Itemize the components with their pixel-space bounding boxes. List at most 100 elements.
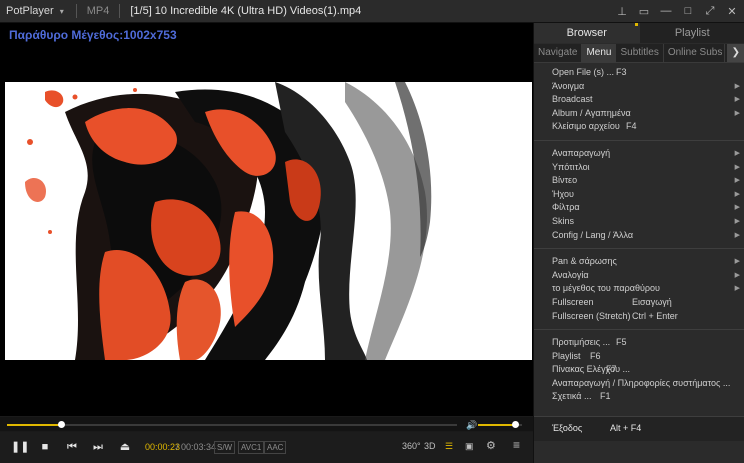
- menu-item[interactable]: Playlist F6: [534, 350, 744, 364]
- menu-item-label: Config / Lang / Άλλα: [552, 229, 634, 240]
- video-codec-badge[interactable]: AVC1: [238, 441, 265, 454]
- title-bar: PotPlayer ▾ MP4 [1/5] 10 Incredible 4K (…: [0, 0, 744, 23]
- menu-item-label: Βίντεο: [552, 175, 578, 186]
- app-name: PotPlayer: [6, 5, 54, 17]
- menu-item[interactable]: Pan & σάρωσης ▶: [534, 255, 744, 269]
- audio-codec-badge[interactable]: AAC: [264, 441, 287, 454]
- subtab-menu[interactable]: Menu: [582, 44, 617, 62]
- maximize-icon[interactable]: □: [682, 5, 694, 17]
- window-title: [1/5] 10 Incredible 4K (Ultra HD) Videos…: [130, 5, 362, 17]
- menu-item-exit[interactable]: Έξοδος Alt + F4: [534, 416, 744, 441]
- menu-item-label: Υπότιτλοι: [552, 161, 590, 172]
- menu-item[interactable]: Broadcast ▶: [534, 93, 744, 107]
- vr-360-icon[interactable]: 360°: [402, 441, 421, 451]
- next-icon[interactable]: ⏭: [91, 440, 105, 454]
- menu-item[interactable]: Skins ▶: [534, 215, 744, 229]
- menu-item-shortcut: F3: [616, 67, 627, 77]
- submenu-arrow-icon: ▶: [734, 190, 740, 198]
- pin-icon[interactable]: ⊥: [616, 5, 628, 18]
- volume-handle[interactable]: [512, 421, 520, 428]
- submenu-arrow-icon: ▶: [734, 82, 740, 90]
- menu-divider: [534, 248, 744, 250]
- eject-icon[interactable]: ⏏: [118, 440, 132, 454]
- menu-item-shortcut: F5: [616, 337, 627, 348]
- volume-slider[interactable]: [478, 421, 522, 428]
- menu-item-shortcut: F7: [606, 364, 617, 375]
- seek-bar[interactable]: [7, 421, 457, 428]
- menu-item[interactable]: Ήχου ▶: [534, 188, 744, 202]
- stop-icon[interactable]: ■: [38, 440, 52, 454]
- menu-divider: [534, 139, 744, 141]
- menu-item[interactable]: το μέγεθος του παραθύρου ▶: [534, 282, 744, 296]
- menu-item[interactable]: Αναλογία ▶: [534, 269, 744, 283]
- submenu-arrow-icon: ▶: [734, 109, 740, 117]
- seek-handle[interactable]: [58, 421, 65, 428]
- volume-level: [478, 424, 516, 426]
- menu-item-label: Πίνακας Ελέγχου ...: [552, 364, 631, 375]
- chevron-right-icon[interactable]: ❯: [726, 44, 744, 62]
- subtab-navigate[interactable]: Navigate: [534, 44, 583, 62]
- submenu-arrow-icon: ▶: [734, 271, 740, 279]
- volume-icon[interactable]: 🔊: [466, 420, 477, 431]
- menu-item[interactable]: Fullscreen Εισαγωγή: [534, 296, 744, 310]
- format-label: MP4: [86, 5, 110, 17]
- video-area[interactable]: Παράθυρο Μέγεθος:1002x753: [0, 23, 533, 416]
- submenu-arrow-icon: ▶: [734, 149, 740, 157]
- submenu-arrow-icon: ▶: [734, 163, 740, 171]
- subtab-subtitles[interactable]: Subtitles: [616, 44, 664, 62]
- tab-playlist[interactable]: Playlist: [639, 23, 744, 43]
- menu-item[interactable]: Άνοιγμα ▶: [534, 80, 744, 94]
- menu-item-label: Open File (s) ...: [552, 67, 615, 77]
- fullscreen-icon[interactable]: ⤢: [704, 5, 716, 18]
- menu-item[interactable]: Βίντεο ▶: [534, 174, 744, 188]
- app-menu-button[interactable]: PotPlayer ▾: [0, 5, 72, 17]
- subtab-online-subs[interactable]: Online Subs Dat: [664, 44, 725, 62]
- close-icon[interactable]: ✕: [726, 5, 738, 18]
- submenu-arrow-icon: ▶: [734, 96, 740, 104]
- menu-item-shortcut: F1: [600, 391, 611, 402]
- pause-icon[interactable]: ❚❚: [11, 440, 29, 454]
- control-bar: ❚❚ ■ ⏮ ⏭ ⏏ 00:00:23 / 00:03:34 S/W AVC1 …: [0, 432, 533, 463]
- previous-icon[interactable]: ⏮: [65, 440, 79, 454]
- menu-item-shortcut: Εισαγωγή: [632, 296, 672, 307]
- menu-item-label: Αναλογία: [552, 269, 589, 280]
- current-time: 00:00:23: [145, 442, 181, 452]
- minimize-icon[interactable]: —: [660, 5, 672, 17]
- menu-item[interactable]: Προτιμήσεις ... F5: [534, 336, 744, 350]
- menu-item[interactable]: Αναπαραγωγή / Πληροφορίες συστήματος ...: [534, 377, 744, 391]
- tab-browser[interactable]: Browser: [534, 23, 640, 43]
- menu-item[interactable]: Κλείσιμο αρχείου F4: [534, 120, 744, 134]
- menu-item[interactable]: Album / Αγαπημένα ▶: [534, 107, 744, 121]
- decoder-badge[interactable]: S/W: [214, 441, 236, 454]
- side-panel: Browser Playlist Navigate Menu Subtitles…: [533, 23, 744, 463]
- menu-item[interactable]: Υπότιτλοι ▶: [534, 161, 744, 175]
- menu-item-label: Pan & σάρωσης: [552, 256, 617, 267]
- window-buttons: ⊥ ▭ — □ ⤢ ✕: [616, 0, 738, 22]
- ink-splash-image: [5, 82, 532, 360]
- menu-item[interactable]: Σχετικά ... F1: [534, 390, 744, 404]
- osd-message: Παράθυρο Μέγεθος:1002x753: [9, 28, 177, 42]
- panel-subtabs: Navigate Menu Subtitles Online Subs Dat …: [534, 44, 744, 63]
- capture-icon[interactable]: ▣: [465, 441, 474, 452]
- menu-divider: [534, 329, 744, 331]
- menu-item[interactable]: Fullscreen (Stretch) Ctrl + Enter: [534, 310, 744, 324]
- video-frame: [5, 82, 532, 360]
- menu-item-shortcut: Alt + F4: [610, 423, 642, 433]
- menu-icon[interactable]: ≡: [513, 438, 520, 452]
- menu-item[interactable]: Φίλτρα ▶: [534, 201, 744, 215]
- playlist-search-icon[interactable]: ☰: [445, 441, 453, 452]
- menu-item-label: Φίλτρα: [552, 202, 580, 213]
- settings-gear-icon[interactable]: ⚙: [486, 439, 496, 452]
- menu-item-label: Προτιμήσεις ...: [552, 337, 611, 348]
- title-separator: [119, 4, 121, 18]
- menu-item[interactable]: Open File (s) ... F3: [534, 66, 744, 80]
- minimize-mini-icon[interactable]: ▭: [638, 5, 650, 18]
- submenu-arrow-icon: ▶: [734, 285, 740, 293]
- stereo-3d-icon[interactable]: 3D: [424, 441, 436, 451]
- menu-item[interactable]: Πίνακας Ελέγχου ... F7: [534, 363, 744, 377]
- menu-item[interactable]: Αναπαραγωγή ▶: [534, 147, 744, 161]
- menu-list: Open File (s) ... F3 Άνοιγμα ▶ Broadcast ▶ Alb…: [534, 66, 744, 404]
- menu-item-label: Κλείσιμο αρχείου: [552, 121, 620, 132]
- menu-item[interactable]: Config / Lang / Άλλα ▶: [534, 229, 744, 243]
- seek-progress: [7, 424, 61, 426]
